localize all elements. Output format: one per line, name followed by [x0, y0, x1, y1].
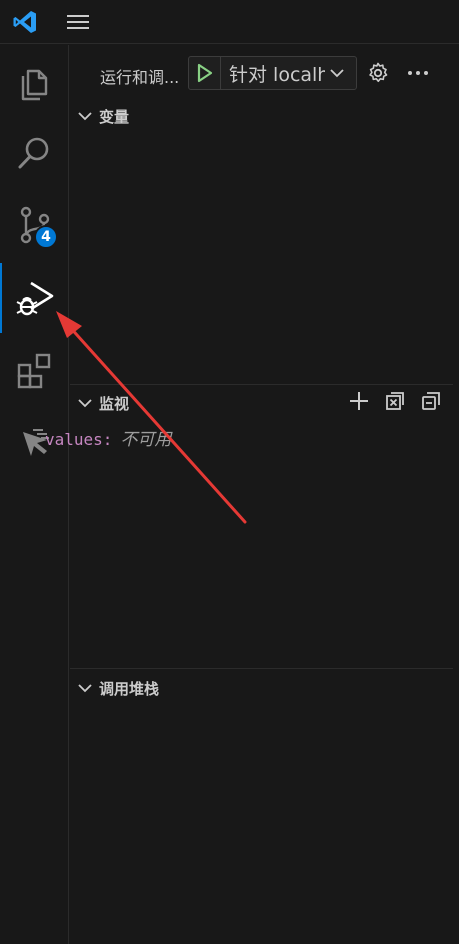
section-divider	[70, 668, 453, 669]
vscode-logo-icon[interactable]	[12, 9, 38, 35]
variables-section-header[interactable]: 变量	[70, 103, 453, 129]
launch-config-box: 针对 localh	[188, 56, 357, 90]
debug-toolbar: 运行和调... 针对 localh	[70, 45, 453, 103]
activity-run-and-debug[interactable]	[0, 263, 69, 333]
watch-expression-name: values:	[45, 430, 113, 449]
collapse-all-button[interactable]	[418, 388, 444, 414]
gear-icon[interactable]	[366, 61, 390, 85]
launch-config-select[interactable]: 针对 localh	[221, 57, 356, 89]
callstack-section-label: 调用堆栈	[99, 679, 160, 698]
watch-expression-item[interactable]: values: 不可用	[45, 425, 171, 450]
run-debug-sidebar: 运行和调... 针对 localh 变量 监视 调用堆栈	[70, 45, 453, 944]
watch-section-label: 监视	[99, 394, 130, 413]
chevron-down-icon	[78, 684, 92, 693]
search-icon	[18, 137, 48, 169]
play-icon	[197, 63, 212, 83]
ellipsis-icon[interactable]	[406, 61, 430, 85]
run-debug-icon	[16, 281, 53, 316]
start-debugging-button[interactable]	[189, 57, 221, 89]
plus-icon	[350, 392, 368, 410]
source-control-badge: 4	[34, 225, 58, 249]
add-expression-button[interactable]	[346, 388, 372, 414]
activity-explorer[interactable]	[0, 48, 69, 118]
activity-source-control[interactable]: 4	[0, 190, 69, 260]
hamburger-menu-icon[interactable]	[64, 10, 92, 34]
title-bar	[0, 0, 459, 44]
activity-bar: 4	[0, 45, 69, 944]
watch-expression-value: 不可用	[120, 430, 172, 450]
files-icon	[21, 69, 47, 101]
variables-section-label: 变量	[99, 107, 130, 126]
launch-config-name: 针对 localh	[229, 63, 325, 86]
remove-all-expressions-button[interactable]	[382, 388, 408, 414]
activity-search[interactable]	[0, 118, 69, 188]
run-debug-title: 运行和调...	[100, 68, 180, 87]
close-all-icon	[386, 392, 404, 410]
callstack-section-header[interactable]: 调用堆栈	[70, 675, 453, 701]
activity-extensions[interactable]	[0, 336, 69, 406]
section-divider	[70, 384, 453, 385]
chevron-down-icon	[78, 399, 92, 408]
chevron-down-icon	[330, 69, 344, 78]
watch-actions	[346, 388, 444, 414]
chevron-down-icon	[78, 112, 92, 121]
extensions-icon	[17, 353, 50, 389]
collapse-all-icon	[422, 392, 440, 410]
